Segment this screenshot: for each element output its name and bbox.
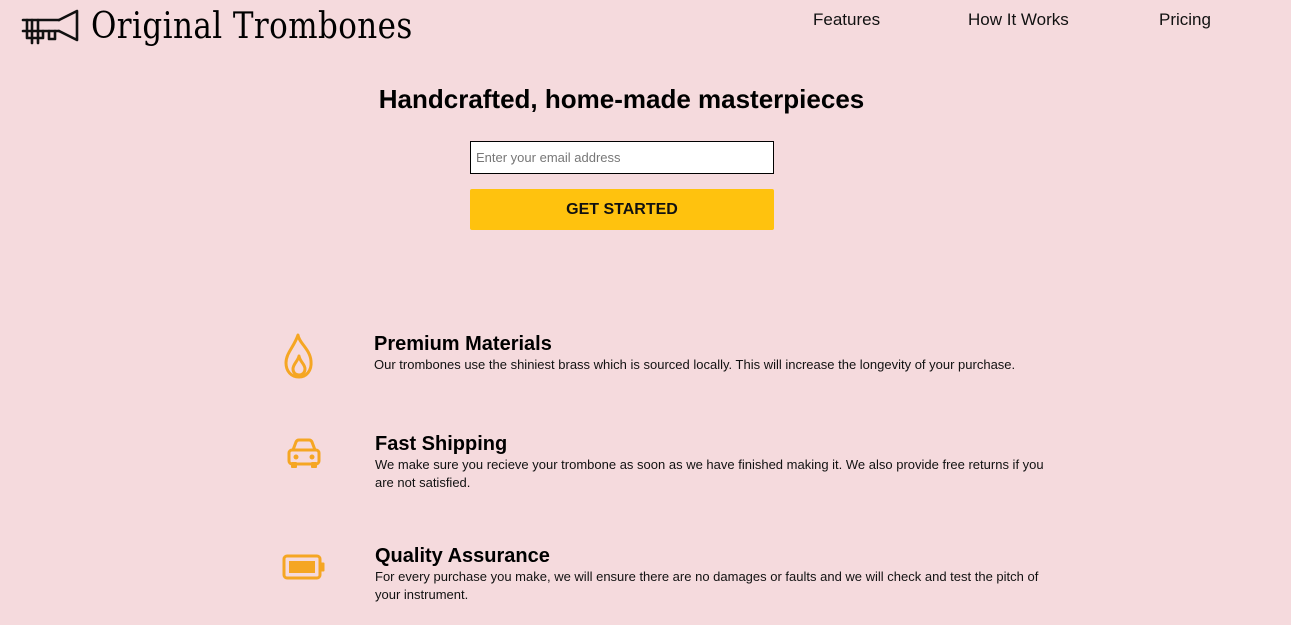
feature-text: Fast Shipping We make sure you recieve y… (375, 432, 1055, 491)
fire-icon (284, 333, 313, 379)
feature-description: For every purchase you make, we will ens… (375, 569, 1039, 602)
feature-text: Premium Materials Our trombones use the … (374, 332, 1054, 374)
nav-link-pricing[interactable]: Pricing (1159, 10, 1211, 30)
feature-title: Fast Shipping (375, 433, 508, 455)
email-input[interactable] (470, 141, 774, 174)
brand-name: Original Trombones (91, 6, 413, 47)
nav-link-features[interactable]: Features (813, 10, 880, 30)
feature-text: Quality Assurance For every purchase you… (375, 544, 1055, 603)
feature-description: We make sure you recieve your trombone a… (375, 457, 1044, 490)
get-started-button[interactable]: GET STARTED (470, 189, 774, 230)
feature-title: Premium Materials (374, 333, 552, 355)
brand-logo[interactable]: Original Trombones (21, 4, 465, 50)
feature-description: Our trombones use the shiniest brass whi… (374, 357, 1016, 372)
battery-icon (282, 554, 325, 580)
car-icon (287, 438, 321, 468)
hero-title: Handcrafted, home-made masterpieces (378, 84, 865, 114)
trombone-icon (21, 9, 79, 45)
nav-link-how-it-works[interactable]: How It Works (968, 10, 1069, 30)
feature-title: Quality Assurance (375, 545, 550, 567)
